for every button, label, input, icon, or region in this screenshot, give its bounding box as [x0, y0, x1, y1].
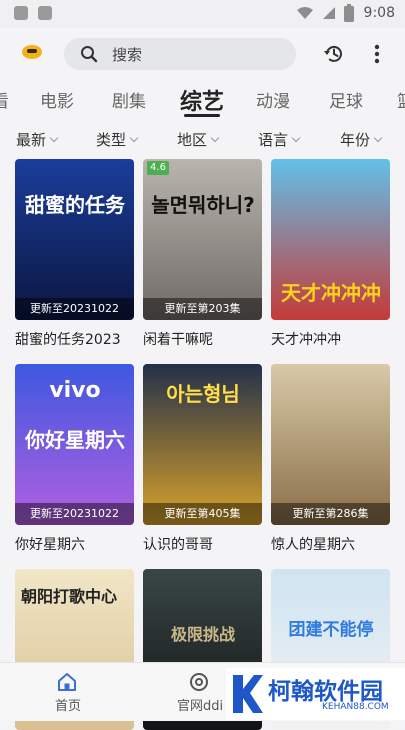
- show-poster: 更新至第286集: [271, 364, 390, 525]
- at-sign-icon: [190, 673, 208, 691]
- k-logo-icon: [233, 675, 263, 713]
- show-card[interactable]: 天才冲冲冲 天才冲冲冲: [271, 159, 390, 349]
- show-poster: 4.6 놀면뭐하니? 更新至第203集: [143, 159, 262, 320]
- chevron-down-icon: [49, 133, 59, 143]
- tab-variety[interactable]: 综艺: [180, 84, 224, 116]
- show-card[interactable]: 甜蜜的任务 更新至20231022 甜蜜的任务2023: [15, 159, 134, 349]
- show-poster: 甜蜜的任务 更新至20231022: [15, 159, 134, 320]
- filter-language[interactable]: 语言: [258, 129, 301, 150]
- status-time: 9:08: [363, 5, 395, 21]
- category-tabs: 看 电影 剧集 综艺 动漫 足球 篮: [0, 80, 405, 120]
- battery-icon: [344, 4, 354, 22]
- show-title: 惊人的星期六: [271, 537, 355, 553]
- filter-language-label: 语言: [258, 131, 289, 149]
- search-icon: [81, 46, 98, 63]
- search-placeholder: 搜索: [112, 46, 143, 64]
- poster-art-text: 놀면뭐하니?: [151, 193, 255, 217]
- show-title: 闲着干嘛呢: [143, 332, 213, 348]
- filter-year[interactable]: 年份: [340, 129, 383, 150]
- update-label: 更新至第405集: [143, 503, 262, 525]
- show-title: 天才冲冲冲: [271, 332, 341, 348]
- filter-sort-label: 最新: [16, 131, 47, 149]
- filter-region-label: 地区: [177, 131, 208, 149]
- show-poster: 天才冲冲冲: [271, 159, 390, 320]
- update-label: 更新至第286集: [271, 503, 390, 525]
- poster-brand-text: vivo: [49, 378, 101, 403]
- poster-art-text: 天才冲冲冲: [281, 281, 381, 305]
- filter-type[interactable]: 类型: [96, 129, 139, 150]
- search-input[interactable]: 搜索: [64, 38, 296, 70]
- nav-home-label: 首页: [54, 699, 81, 714]
- poster-art-text: 你好星期六: [25, 428, 125, 452]
- tab-series[interactable]: 剧集: [112, 87, 146, 112]
- show-card[interactable]: 아는형님 更新至第405集 认识的哥哥: [143, 364, 262, 554]
- chevron-down-icon: [129, 133, 139, 143]
- update-label: 更新至20231022: [15, 503, 134, 525]
- more-vert-icon[interactable]: [366, 42, 388, 66]
- poster-art-text: 아는형님: [166, 382, 240, 406]
- watermark: 柯翰软件园 KEHAN88.COM: [226, 668, 405, 720]
- tab-partial-left[interactable]: 看: [0, 87, 9, 112]
- filter-year-label: 年份: [340, 131, 371, 149]
- poster-art-text: 团建不能停: [288, 620, 374, 640]
- chevron-down-icon: [210, 133, 220, 143]
- show-title: 你好星期六: [15, 537, 85, 553]
- update-label: 更新至20231022: [15, 298, 134, 320]
- show-card[interactable]: 更新至第286集 惊人的星期六: [271, 364, 390, 554]
- show-poster: vivo 你好星期六 更新至20231022: [15, 364, 134, 525]
- show-poster: 아는형님 更新至第405集: [143, 364, 262, 525]
- active-tab-indicator: [184, 114, 220, 117]
- notification-icon: [14, 6, 28, 20]
- filter-sort[interactable]: 最新: [16, 129, 59, 150]
- nav-home[interactable]: 首页: [8, 663, 128, 721]
- show-card[interactable]: vivo 你好星期六 更新至20231022 你好星期六: [15, 364, 134, 554]
- top-bar: 搜索: [0, 28, 405, 80]
- watermark-name: 柯翰软件园: [268, 679, 383, 705]
- show-card[interactable]: 4.6 놀면뭐하니? 更新至第203集 闲着干嘛呢: [143, 159, 262, 349]
- tab-movies[interactable]: 电影: [40, 87, 74, 112]
- show-title: 甜蜜的任务2023: [15, 332, 121, 348]
- update-label: 更新至第203集: [143, 298, 262, 320]
- chevron-down-icon: [291, 133, 301, 143]
- app-logo-icon[interactable]: [22, 45, 42, 59]
- signal-icon: [323, 7, 335, 19]
- chevron-down-icon: [373, 133, 383, 143]
- home-icon: [58, 673, 76, 691]
- tab-anime[interactable]: 动漫: [256, 87, 290, 112]
- filter-bar: 最新 类型 地区 语言 年份: [0, 122, 405, 156]
- poster-art-text: 甜蜜的任务: [25, 193, 125, 217]
- tab-football[interactable]: 足球: [329, 87, 363, 112]
- status-bar: 9:08: [0, 0, 405, 28]
- show-title: 认识的哥哥: [143, 537, 213, 553]
- watermark-url: KEHAN88.COM: [322, 702, 389, 712]
- poster-art-text: 极限挑战: [170, 625, 235, 644]
- filter-region[interactable]: 地区: [177, 129, 220, 150]
- history-icon[interactable]: [323, 43, 345, 65]
- security-icon: [38, 6, 52, 20]
- wifi-icon: [297, 7, 313, 19]
- poster-art-text: 朝阳打歌中心: [21, 587, 118, 606]
- tab-partial-right[interactable]: 篮: [397, 87, 405, 112]
- rating-badge: 4.6: [147, 161, 169, 175]
- filter-type-label: 类型: [96, 131, 127, 149]
